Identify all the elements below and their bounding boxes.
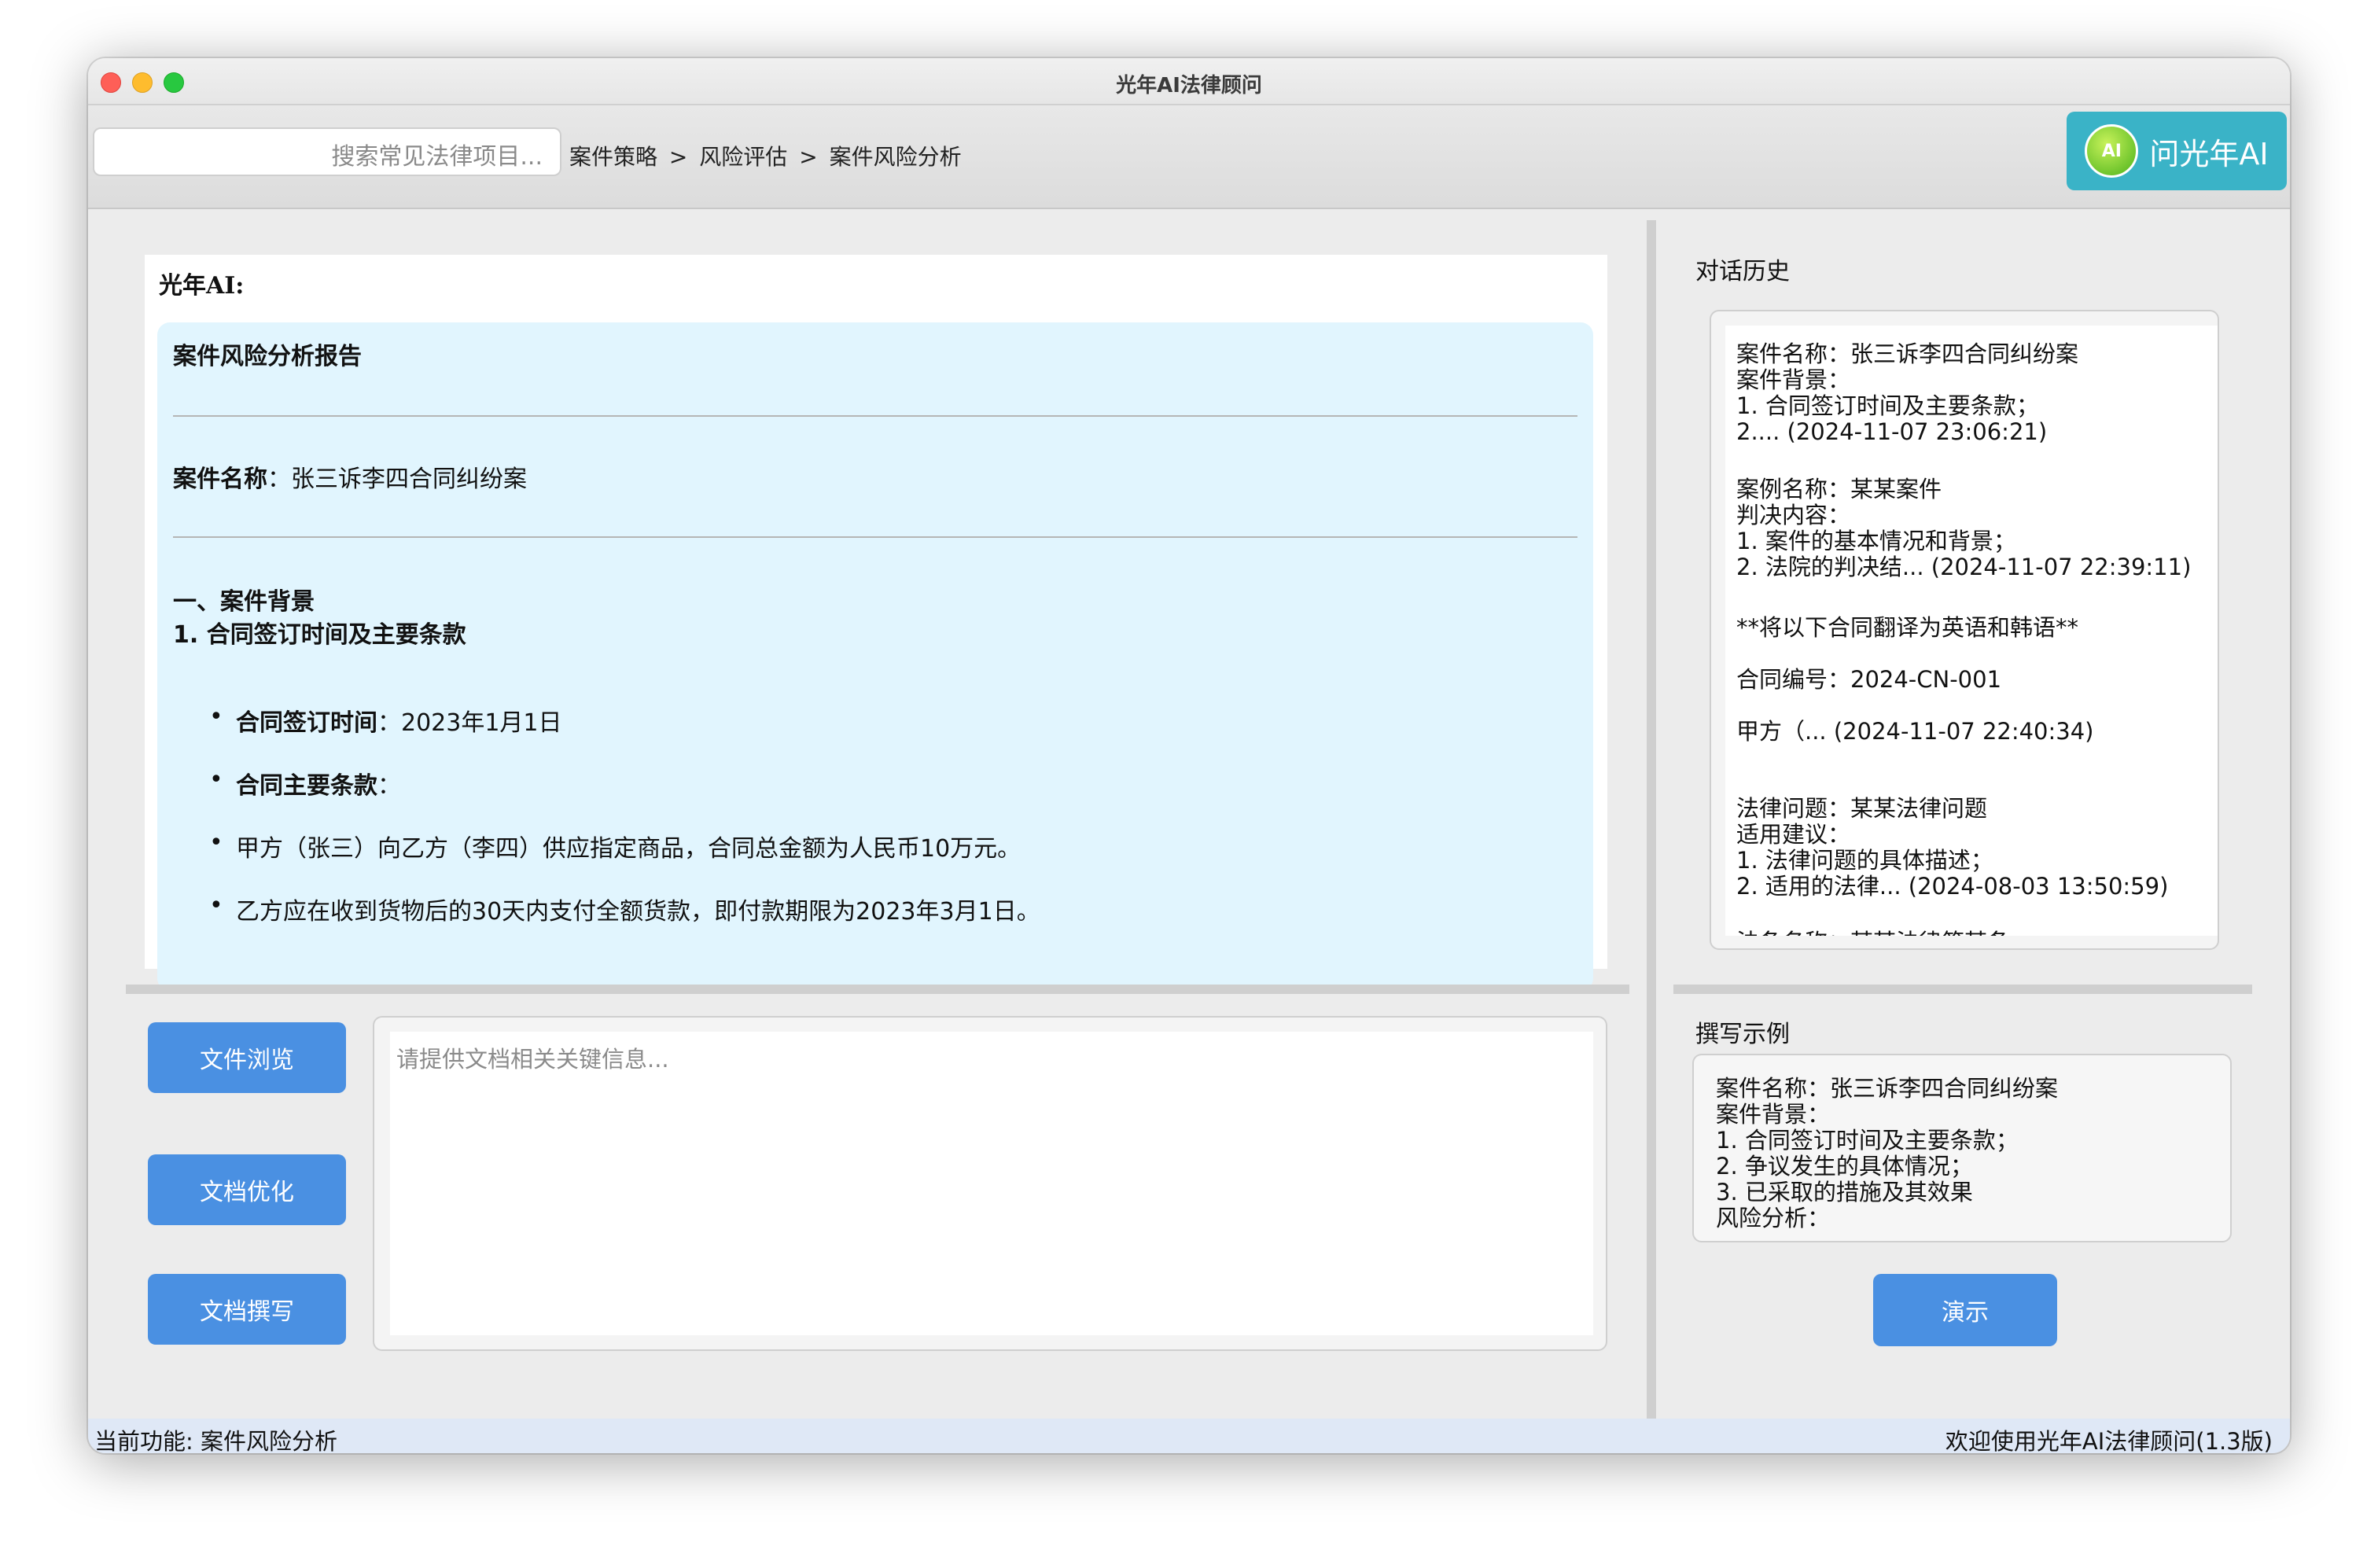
ai-report-bubble: 案件风险分析报告 案件名称：张三诉李四合同纠纷案 一、案件背景 1. 合同签订时…	[157, 322, 1593, 991]
history-item[interactable]: 案件名称：张三诉李四合同纠纷案 案件背景： 1. 合同签订时间及主要条款； 2.…	[1736, 341, 2078, 445]
breadcrumb-item-strategy[interactable]: 案件策略	[569, 144, 657, 170]
list-item: 甲方（张三）向乙方（李四）供应指定商品，合同总金额为人民币10万元。	[209, 829, 1021, 863]
toolbar: 搜索常见法律项目... 案件策略 > 风险评估 > 案件风险分析 AI 问光年A…	[88, 105, 2290, 209]
section-heading: 一、案件背景	[173, 588, 315, 616]
breadcrumb-item-risk-assessment[interactable]: 风险评估	[699, 144, 787, 170]
breadcrumb-separator: >	[799, 144, 818, 170]
chat-output-panel[interactable]: 光年AI: 案件风险分析报告 案件名称：张三诉李四合同纠纷案 一、案件背景 1.…	[145, 255, 1607, 991]
demo-button[interactable]: 演示	[1873, 1274, 2057, 1346]
window-title: 光年AI法律顾问	[1116, 74, 1262, 98]
example-label: 撰写示例	[1695, 1021, 1790, 1048]
document-input-textarea[interactable]: 请提供文档相关关键信息...	[390, 1032, 1593, 1335]
right-horizontal-splitter[interactable]	[1673, 985, 2252, 994]
report-title: 案件风险分析报告	[173, 343, 362, 370]
left-horizontal-splitter[interactable]	[126, 985, 1629, 994]
app-window: 光年AI法律顾问 搜索常见法律项目... 案件策略 > 风险评估 > 案件风险分…	[88, 58, 2290, 1453]
list-item: 合同签订时间：2023年1月1日	[209, 703, 561, 738]
ai-speaker-label: 光年AI:	[159, 272, 245, 300]
breadcrumb-separator: >	[668, 144, 688, 170]
ask-ai-label: 问光年AI	[2149, 136, 2269, 171]
history-item[interactable]: **将以下合同翻译为英语和韩语** 合同编号：2024-CN-001 甲方（..…	[1736, 615, 2094, 745]
history-frame: 案件名称：张三诉李四合同纠纷案 案件背景： 1. 合同签订时间及主要条款； 2.…	[1710, 310, 2219, 950]
title-bar: 光年AI法律顾问	[88, 58, 2290, 105]
list-item: 合同主要条款：	[209, 766, 401, 801]
history-item[interactable]: 法条名称：某某法律第某条	[1736, 929, 2010, 937]
vertical-splitter[interactable]	[1647, 220, 1656, 1448]
list-item: 乙方应在收到货物后的30天内支付全额货款，即付款期限为2023年3月1日。	[209, 892, 1040, 926]
search-input[interactable]: 搜索常见法律项目...	[93, 127, 561, 176]
breadcrumb-item-case-risk-analysis[interactable]: 案件风险分析	[830, 144, 962, 170]
history-item[interactable]: 法律问题：某某法律问题 适用建议： 1. 法律问题的具体描述； 2. 适用的法律…	[1736, 796, 2168, 900]
history-label: 对话历史	[1695, 258, 1790, 285]
status-current-function: 当前功能: 案件风险分析	[94, 1428, 337, 1453]
example-text: 案件名称：张三诉李四合同纠纷案 案件背景： 1. 合同签订时间及主要条款； 2.…	[1716, 1075, 2059, 1231]
ai-lightbulb-icon: AI	[2085, 124, 2139, 178]
file-browse-button[interactable]: 文件浏览	[148, 1022, 346, 1093]
document-compose-button[interactable]: 文档撰写	[148, 1274, 346, 1345]
report-divider	[173, 536, 1577, 538]
subsection-heading: 1. 合同签订时间及主要条款	[173, 621, 466, 649]
status-bar: 当前功能: 案件风险分析 欢迎使用光年AI法律顾问(1.3版)	[88, 1419, 2290, 1453]
status-welcome-message: 欢迎使用光年AI法律顾问(1.3版)	[1945, 1428, 2273, 1453]
input-editor-frame: 请提供文档相关关键信息...	[373, 1016, 1607, 1351]
example-box: 案件名称：张三诉李四合同纠纷案 案件背景： 1. 合同签订时间及主要条款； 2.…	[1692, 1054, 2232, 1242]
case-name-line: 案件名称：张三诉李四合同纠纷案	[173, 466, 527, 493]
history-list[interactable]: 案件名称：张三诉李四合同纠纷案 案件背景： 1. 合同签订时间及主要条款； 2.…	[1725, 326, 2218, 936]
history-item[interactable]: 案例名称：某某案件 判决内容： 1. 案件的基本情况和背景； 2. 法院的判决结…	[1736, 477, 2191, 580]
report-divider	[173, 415, 1577, 417]
ask-ai-button[interactable]: AI 问光年AI	[2067, 112, 2287, 190]
breadcrumb: 案件策略 > 风险评估 > 案件风险分析	[569, 140, 966, 171]
document-optimize-button[interactable]: 文档优化	[148, 1154, 346, 1225]
